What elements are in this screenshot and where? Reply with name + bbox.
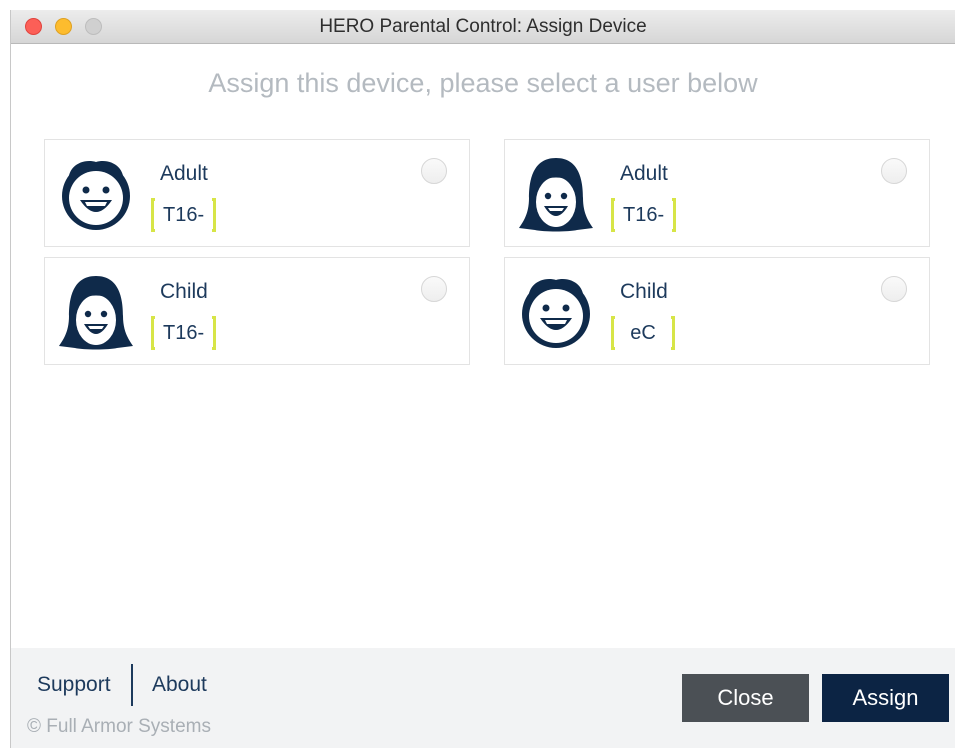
device-code: eC	[611, 316, 675, 350]
page-heading: Assign this device, please select a user…	[208, 68, 758, 98]
user-select-radio[interactable]	[421, 276, 447, 302]
user-select-radio[interactable]	[881, 158, 907, 184]
user-role-label: Child	[160, 280, 208, 303]
close-button[interactable]: Close	[682, 674, 809, 722]
user-card[interactable]: Child eC	[504, 257, 930, 365]
user-role-label: Child	[620, 280, 668, 303]
boy-face-icon	[522, 279, 590, 348]
about-link[interactable]: About	[152, 673, 207, 697]
footer-divider	[131, 664, 133, 706]
user-card[interactable]: Adult T16-	[44, 139, 470, 247]
user-card[interactable]: Adult T16-	[504, 139, 930, 247]
app-window: HERO Parental Control: Assign Device Ass…	[10, 10, 955, 748]
user-select-radio[interactable]	[881, 276, 907, 302]
girl-face-icon	[519, 158, 593, 232]
device-code: T16-	[151, 316, 217, 350]
device-code: T16-	[151, 198, 217, 232]
user-role-label: Adult	[620, 162, 668, 185]
device-code: T16-	[611, 198, 677, 232]
user-role-label: Adult	[160, 162, 208, 185]
girl-face-icon	[59, 276, 133, 350]
title-bar[interactable]: HERO Parental Control: Assign Device	[11, 10, 955, 44]
window-title: HERO Parental Control: Assign Device	[319, 16, 647, 37]
assign-button[interactable]: Assign	[822, 674, 949, 722]
user-select-radio[interactable]	[421, 158, 447, 184]
boy-face-icon	[62, 161, 130, 230]
support-link[interactable]: Support	[37, 673, 111, 697]
footer-bar: Support About © Full Armor Systems Close…	[11, 648, 955, 748]
user-card[interactable]: Child T16-	[44, 257, 470, 365]
copyright-text: © Full Armor Systems	[27, 716, 211, 737]
